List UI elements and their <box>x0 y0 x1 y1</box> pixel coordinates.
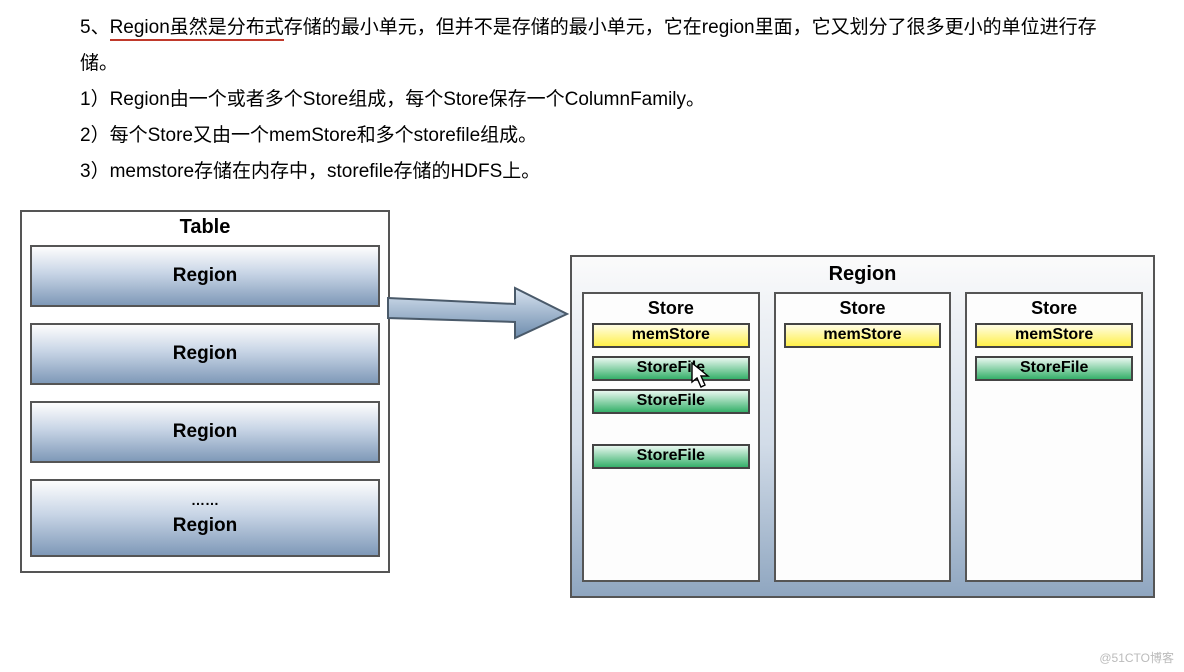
cursor-icon <box>690 362 712 390</box>
memstore-box: memStore <box>975 323 1133 348</box>
text-line-4: 3）memstore存储在内存中，storefile存储的HDFS上。 <box>80 154 1104 190</box>
stores-row: Store memStore StoreFile StoreFile Store… <box>582 292 1143 582</box>
storefile-box: StoreFile <box>592 389 750 414</box>
memstore-box: memStore <box>592 323 750 348</box>
diagram: Table Region Region Region …… Region Reg… <box>0 200 1184 660</box>
explanation-text: 5、Region虽然是分布式存储的最小单元，但并不是存储的最小单元，它在regi… <box>0 0 1184 200</box>
storefile-box: StoreFile <box>592 356 750 381</box>
table-title: Table <box>30 212 380 245</box>
store-title: Store <box>592 298 750 319</box>
ellipsis-dots: …… <box>32 487 378 513</box>
text-line-2: 1）Region由一个或者多个Store组成，每个Store保存一个Column… <box>80 82 1104 118</box>
store-box: Store memStore StoreFile <box>965 292 1143 582</box>
storefile-box: StoreFile <box>975 356 1133 381</box>
region-row: Region <box>30 245 380 307</box>
line1-prefix: 5、 <box>80 17 110 38</box>
region-row: Region <box>30 323 380 385</box>
text-line-1: 5、Region虽然是分布式存储的最小单元，但并不是存储的最小单元，它在regi… <box>80 10 1104 82</box>
line1-underlined: Region虽然是分布式 <box>110 17 284 41</box>
expand-arrow-icon <box>385 280 570 340</box>
text-line-3: 2）每个Store又由一个memStore和多个storefile组成。 <box>80 118 1104 154</box>
gap <box>592 422 750 444</box>
region-row-ellipsis: …… Region <box>30 479 380 557</box>
table-box: Table Region Region Region …… Region <box>20 210 390 573</box>
memstore-box: memStore <box>784 323 942 348</box>
ellipsis-label: Region <box>173 515 237 536</box>
watermark: @51CTO博客 <box>1099 649 1174 666</box>
region-row: Region <box>30 401 380 463</box>
store-box: Store memStore <box>774 292 952 582</box>
store-box: Store memStore StoreFile StoreFile Store… <box>582 292 760 582</box>
region-detail-box: Region Store memStore StoreFile StoreFil… <box>570 255 1155 598</box>
region-detail-title: Region <box>582 261 1143 292</box>
store-title: Store <box>784 298 942 319</box>
store-title: Store <box>975 298 1133 319</box>
storefile-box: StoreFile <box>592 444 750 469</box>
